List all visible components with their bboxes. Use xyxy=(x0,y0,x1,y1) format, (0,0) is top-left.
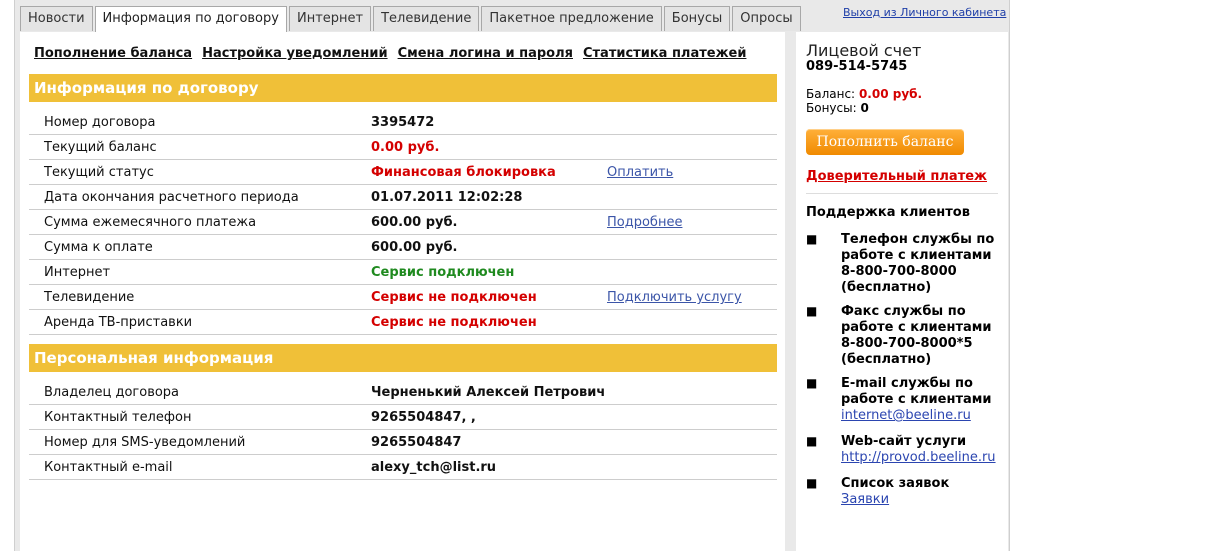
row-value: 3395472 xyxy=(371,115,435,130)
bullet-icon: ■ xyxy=(806,434,818,448)
bonus-line: Бонусы: 0 xyxy=(806,101,869,115)
table-row: Текущий статус Финансовая блокировка Опл… xyxy=(29,160,777,185)
tab-bonuses[interactable]: Бонусы xyxy=(663,6,731,31)
balance-label: Баланс: xyxy=(806,87,856,101)
row-label: Аренда ТВ-приставки xyxy=(44,315,193,330)
table-row: Интернет Сервис подключен xyxy=(29,260,777,285)
support-email-link[interactable]: internet@beeline.ru xyxy=(841,408,971,424)
row-label: Сумма ежемесячного платежа xyxy=(44,215,257,230)
bullet-icon: ■ xyxy=(806,476,818,490)
support-title: Поддержка клиентов xyxy=(806,205,970,220)
sub-navigation: Пополнение баланса Настройка уведомлений… xyxy=(34,46,746,61)
support-website-link[interactable]: http://provod.beeline.ru xyxy=(841,450,996,466)
row-value: 0.00 руб. xyxy=(371,140,440,155)
table-row: Дата окончания расчетного периода 01.07.… xyxy=(29,185,777,210)
tab-bar: Новости Информация по договору Интернет … xyxy=(20,6,803,33)
topup-balance-button[interactable]: Пополнить баланс xyxy=(806,129,964,155)
row-value: 01.07.2011 12:02:28 xyxy=(371,190,523,205)
bullet-icon: ■ xyxy=(806,376,818,390)
row-label: Телевидение xyxy=(44,290,135,305)
bullet-icon: ■ xyxy=(806,304,818,318)
row-value: 9265504847, , xyxy=(371,410,476,425)
table-row: Аренда ТВ-приставки Сервис не подключен xyxy=(29,310,777,335)
support-item-text: Факс службы по работе с клиентами 8-800-… xyxy=(841,304,992,367)
row-value: 600.00 руб. xyxy=(371,215,458,230)
connect-service-link[interactable]: Подключить услугу xyxy=(607,290,742,305)
trust-payment-link[interactable]: Доверительный платеж xyxy=(806,169,987,184)
logout-link[interactable]: Выход из Личного кабинета xyxy=(843,6,1006,19)
bonus-label: Бонусы: xyxy=(806,101,857,115)
support-item-text: Web-сайт услуги xyxy=(841,434,967,449)
topup-balance-link[interactable]: Пополнение баланса xyxy=(34,46,192,61)
contract-section-header: Информация по договору xyxy=(29,74,777,102)
tab-contract-info[interactable]: Информация по договору xyxy=(94,6,287,33)
row-label: Контактный e-mail xyxy=(44,460,173,475)
row-label: Номер договора xyxy=(44,115,156,130)
table-row: Телевидение Сервис не подключен Подключи… xyxy=(29,285,777,310)
bonus-value: 0 xyxy=(860,101,869,115)
row-label: Номер для SMS-уведомлений xyxy=(44,435,246,450)
notification-settings-link[interactable]: Настройка уведомлений xyxy=(202,46,387,61)
pay-link[interactable]: Оплатить xyxy=(607,165,673,180)
row-label: Контактный телефон xyxy=(44,410,192,425)
support-item-text: Телефон службы по работе с клиентами 8-8… xyxy=(841,232,995,295)
table-row: Текущий баланс 0.00 руб. xyxy=(29,135,777,160)
tab-polls[interactable]: Опросы xyxy=(732,6,801,31)
table-row: Сумма ежемесячного платежа 600.00 руб. П… xyxy=(29,210,777,235)
tab-internet[interactable]: Интернет xyxy=(288,6,372,31)
requests-link[interactable]: Заявки xyxy=(841,492,889,508)
account-number: 089-514-5745 xyxy=(806,59,908,74)
table-row: Номер договора 3395472 xyxy=(29,110,777,135)
account-sidebar: Лицевой счет 089-514-5745 Баланс: 0.00 р… xyxy=(796,32,1008,551)
status-value: Финансовая блокировка xyxy=(371,165,556,180)
table-row: Контактный e-mail alexy_tch@list.ru xyxy=(29,455,777,480)
divider xyxy=(806,193,998,194)
balance-value: 0.00 руб. xyxy=(858,87,923,101)
account-title: Лицевой счет xyxy=(806,41,922,60)
tab-news[interactable]: Новости xyxy=(20,6,93,31)
row-label: Дата окончания расчетного периода xyxy=(44,190,299,205)
tab-package-offer[interactable]: Пакетное предложение xyxy=(481,6,662,31)
main-panel: Пополнение баланса Настройка уведомлений… xyxy=(20,32,785,551)
details-link[interactable]: Подробнее xyxy=(607,215,682,230)
row-value: Черненький Алексей Петрович xyxy=(371,385,606,400)
balance-line: Баланс: 0.00 руб. xyxy=(806,87,922,101)
row-label: Текущий баланс xyxy=(44,140,157,155)
support-item-text: Список заявок xyxy=(841,476,950,491)
support-item-text: E-mail службы по работе с клиентами xyxy=(841,376,992,407)
personal-section-header: Персональная информация xyxy=(29,344,777,372)
table-row: Сумма к оплате 600.00 руб. xyxy=(29,235,777,260)
service-status: Сервис не подключен xyxy=(371,315,537,330)
row-label: Интернет xyxy=(44,265,111,280)
row-value: 600.00 руб. xyxy=(371,240,458,255)
row-label: Сумма к оплате xyxy=(44,240,153,255)
row-label: Текущий статус xyxy=(44,165,154,180)
table-row: Номер для SMS-уведомлений 9265504847 xyxy=(29,430,777,455)
bullet-icon: ■ xyxy=(806,232,818,246)
service-status: Сервис не подключен xyxy=(371,290,537,305)
row-value: alexy_tch@list.ru xyxy=(371,460,497,475)
service-status: Сервис подключен xyxy=(371,265,515,280)
row-label: Владелец договора xyxy=(44,385,180,400)
table-row: Контактный телефон 9265504847, , xyxy=(29,405,777,430)
change-login-password-link[interactable]: Смена логина и пароля xyxy=(398,46,573,61)
tab-television[interactable]: Телевидение xyxy=(373,6,480,31)
row-value: 9265504847 xyxy=(371,435,462,450)
table-row: Владелец договора Черненький Алексей Пет… xyxy=(29,380,777,405)
payment-stats-link[interactable]: Статистика платежей xyxy=(583,46,746,61)
